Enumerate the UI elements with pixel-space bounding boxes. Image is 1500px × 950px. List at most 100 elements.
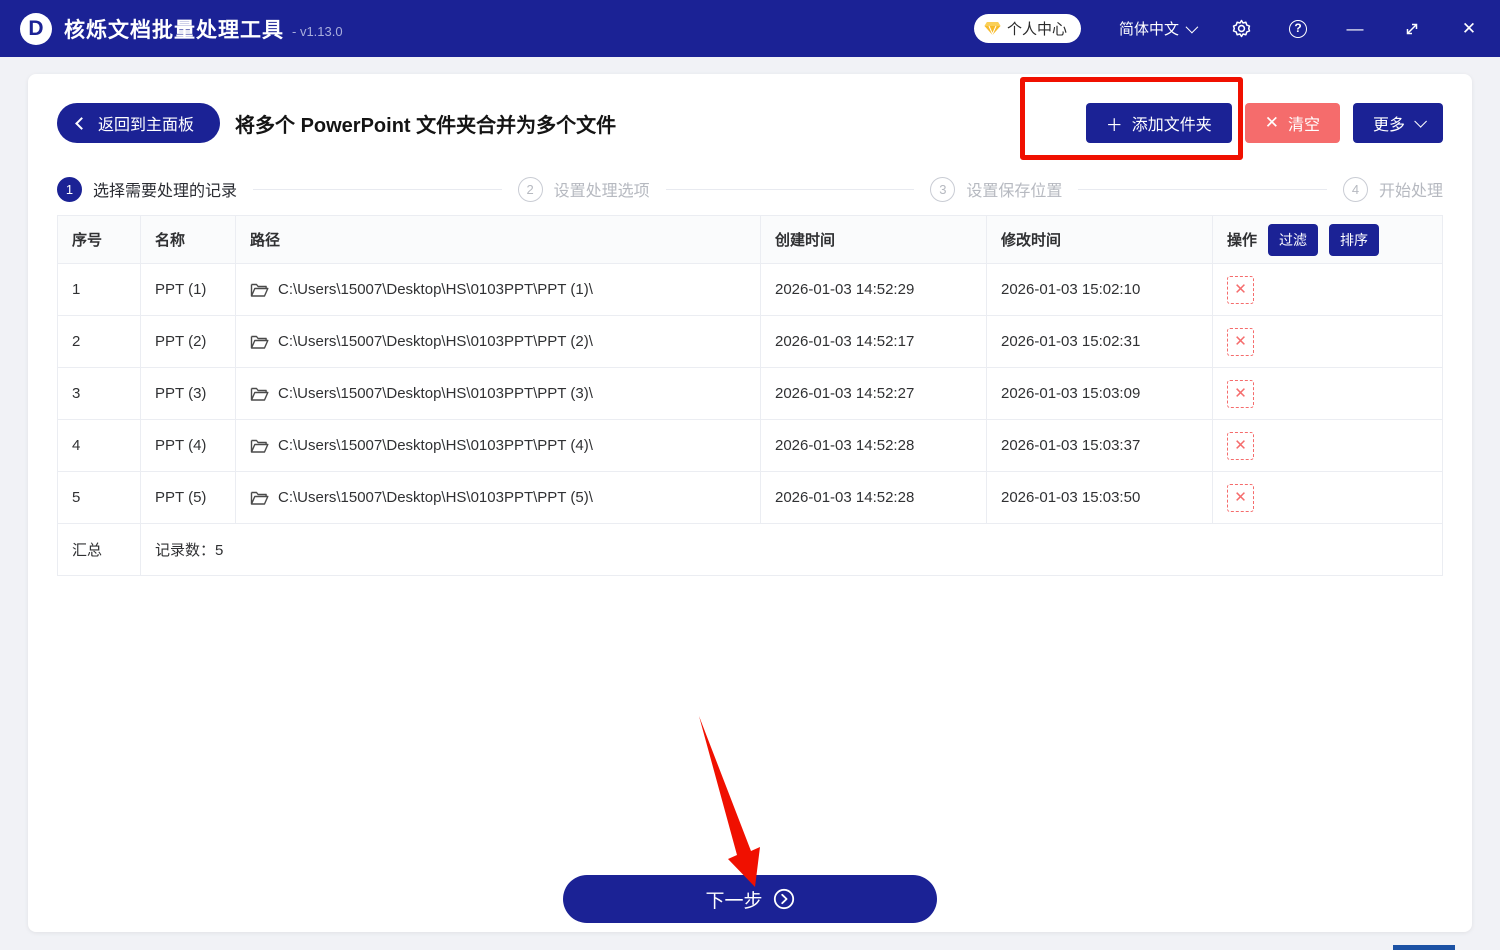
col-header-modified: 修改时间 (986, 215, 1213, 264)
step-4-number: 4 (1342, 176, 1368, 202)
cell-created: 2026-01-03 14:52:28 (760, 419, 987, 472)
step-connector (1078, 188, 1327, 190)
chevron-left-icon (75, 116, 88, 130)
more-button[interactable]: 更多 (1352, 103, 1443, 143)
step-connector (665, 188, 915, 190)
user-center-button[interactable]: 个人中心 (973, 14, 1081, 43)
cell-path: C:\Users\15007\Desktop\HS\0103PPT\PPT (2… (278, 333, 593, 350)
cell-name: PPT (5) (140, 471, 236, 524)
delete-row-button[interactable]: ✕ (1227, 275, 1254, 304)
cell-modified: 2026-01-03 15:03:37 (986, 419, 1213, 472)
chevron-down-icon (1414, 114, 1427, 128)
gem-icon (984, 22, 1001, 36)
clear-label: 清空 (1287, 117, 1320, 134)
step-1-label: 选择需要处理的记录 (93, 183, 238, 200)
step-3-save-location: 3 设置保存位置 (930, 176, 1063, 202)
delete-row-button[interactable]: ✕ (1227, 379, 1254, 408)
cell-name: PPT (4) (140, 419, 236, 472)
app-version: - v1.13.0 (292, 24, 343, 39)
language-label: 简体中文 (1118, 21, 1179, 38)
step-4-label: 开始处理 (1378, 183, 1443, 200)
maximize-button[interactable] (1401, 18, 1423, 40)
cell-index: 3 (57, 367, 141, 420)
col-header-name: 名称 (140, 215, 236, 264)
open-folder-icon (250, 387, 269, 401)
user-center-label: 个人中心 (1006, 21, 1067, 38)
cell-path: C:\Users\15007\Desktop\HS\0103PPT\PPT (3… (278, 385, 593, 402)
cell-index: 2 (57, 315, 141, 368)
cell-created: 2026-01-03 14:52:28 (760, 471, 987, 524)
cell-name: PPT (2) (140, 315, 236, 368)
cell-modified: 2026-01-03 15:02:31 (986, 315, 1213, 368)
more-label: 更多 (1372, 117, 1405, 134)
cell-modified: 2026-01-03 15:02:10 (986, 263, 1213, 316)
expand-icon (1406, 23, 1418, 34)
col-header-action: 操作 (1227, 232, 1258, 249)
clear-button[interactable]: ✕ 清空 (1244, 103, 1340, 143)
step-1-number: 1 (57, 176, 82, 202)
cell-path: C:\Users\15007\Desktop\HS\0103PPT\PPT (1… (278, 281, 593, 298)
step-2-options: 2 设置处理选项 (517, 176, 650, 202)
help-icon[interactable]: ? (1287, 18, 1309, 40)
cell-created: 2026-01-03 14:52:17 (760, 315, 987, 368)
delete-row-button[interactable]: ✕ (1227, 431, 1254, 460)
records-table: 序号 名称 路径 创建时间 修改时间 操作 过滤 排序 1 PPT (1) C:… (57, 215, 1443, 576)
cell-name: PPT (3) (140, 367, 236, 420)
delete-row-button[interactable]: ✕ (1227, 483, 1254, 512)
step-4-start-processing: 4 开始处理 (1342, 176, 1443, 202)
chevron-down-icon (1185, 20, 1199, 34)
app-logo: D (20, 12, 52, 45)
cell-index: 4 (57, 419, 141, 472)
cell-index: 1 (57, 263, 141, 316)
step-3-number: 3 (930, 176, 956, 202)
panel-header: 返回到主面板 将多个 PowerPoint 文件夹合并为多个文件 ＋ 添加文件夹… (57, 103, 1443, 143)
table-row: 5 PPT (5) C:\Users\15007\Desktop\HS\0103… (57, 471, 1443, 524)
back-to-dashboard-button[interactable]: 返回到主面板 (57, 103, 221, 143)
settings-gear-icon[interactable] (1230, 18, 1252, 40)
col-header-index: 序号 (57, 215, 141, 264)
cell-created: 2026-01-03 14:52:27 (760, 367, 987, 420)
col-header-path: 路径 (235, 215, 761, 264)
delete-row-button[interactable]: ✕ (1227, 327, 1254, 356)
minimize-button[interactable]: — (1344, 18, 1366, 40)
cell-modified: 2026-01-03 15:03:50 (986, 471, 1213, 524)
page-title: 将多个 PowerPoint 文件夹合并为多个文件 (235, 114, 617, 137)
step-connector (253, 188, 502, 190)
open-folder-icon (250, 335, 269, 349)
open-folder-icon (250, 491, 269, 505)
bottom-floating-widget-partial[interactable] (1393, 945, 1455, 950)
step-indicator: 1 选择需要处理的记录 2 设置处理选项 3 设置保存位置 4 开始处理 (57, 176, 1443, 202)
summary-row: 汇总 记录数：5 (57, 523, 1443, 576)
x-icon: ✕ (1264, 113, 1279, 132)
next-step-label: 下一步 (705, 890, 763, 912)
next-step-button[interactable]: 下一步 (563, 875, 937, 923)
table-row: 1 PPT (1) C:\Users\15007\Desktop\HS\0103… (57, 263, 1443, 316)
sort-button[interactable]: 排序 (1329, 223, 1380, 256)
cell-created: 2026-01-03 14:52:29 (760, 263, 987, 316)
plus-icon: ＋ (1105, 115, 1123, 135)
close-button[interactable]: ✕ (1458, 18, 1480, 40)
add-folder-label: 添加文件夹 (1131, 117, 1212, 134)
open-folder-icon (250, 439, 269, 453)
open-folder-icon (250, 283, 269, 297)
table-header-row: 序号 名称 路径 创建时间 修改时间 操作 过滤 排序 (57, 215, 1443, 264)
cell-index: 5 (57, 471, 141, 524)
titlebar: D 核烁文档批量处理工具 - v1.13.0 个人中心 简体中文 ? — ✕ (0, 0, 1500, 57)
record-count: 记录数：5 (140, 523, 1443, 576)
cell-modified: 2026-01-03 15:03:09 (986, 367, 1213, 420)
table-body: 1 PPT (1) C:\Users\15007\Desktop\HS\0103… (57, 263, 1443, 524)
circle-arrow-right-icon (773, 888, 794, 910)
step-1-select-records: 1 选择需要处理的记录 (57, 176, 238, 202)
filter-button[interactable]: 过滤 (1268, 223, 1319, 256)
step-2-number: 2 (517, 176, 543, 202)
summary-label: 汇总 (57, 523, 141, 576)
back-button-label: 返回到主面板 (98, 117, 195, 134)
step-3-label: 设置保存位置 (966, 183, 1063, 200)
table-row: 3 PPT (3) C:\Users\15007\Desktop\HS\0103… (57, 367, 1443, 420)
table-row: 4 PPT (4) C:\Users\15007\Desktop\HS\0103… (57, 419, 1443, 472)
language-selector[interactable]: 简体中文 (1118, 18, 1199, 39)
app-title: 核烁文档批量处理工具 (64, 18, 284, 42)
main-panel: 返回到主面板 将多个 PowerPoint 文件夹合并为多个文件 ＋ 添加文件夹… (28, 74, 1472, 932)
cell-path: C:\Users\15007\Desktop\HS\0103PPT\PPT (4… (278, 437, 593, 454)
add-folder-button[interactable]: ＋ 添加文件夹 (1085, 103, 1232, 143)
